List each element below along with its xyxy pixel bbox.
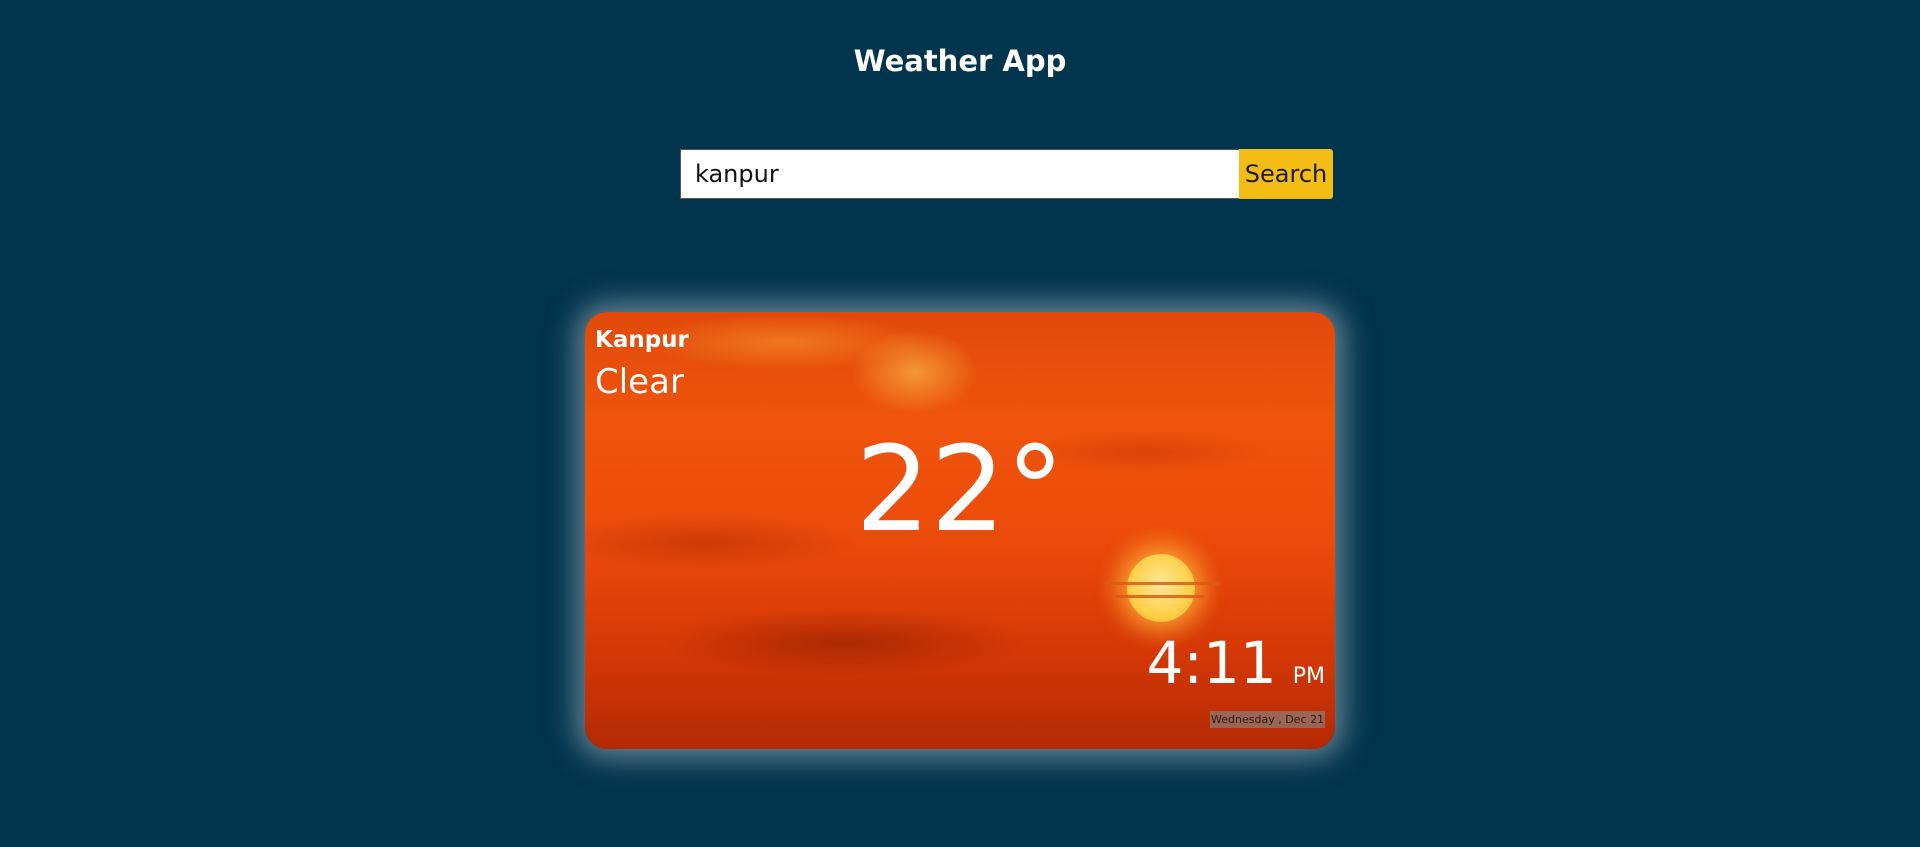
search-bar: Search: [680, 149, 1333, 199]
cloud-streak: [1105, 582, 1220, 585]
search-button[interactable]: Search: [1239, 149, 1333, 199]
time-display: 4:11 PM: [1147, 634, 1326, 692]
city-name: Kanpur: [595, 327, 689, 353]
date-label: Wednesday , Dec 21: [1210, 711, 1325, 728]
time-value: 4:11: [1146, 629, 1277, 697]
sun-image: [1127, 554, 1195, 622]
temperature: 22°: [855, 420, 1065, 558]
search-input[interactable]: [680, 149, 1239, 199]
cloud-streak: [1115, 595, 1205, 598]
app-title: Weather App: [853, 44, 1067, 78]
time-ampm: PM: [1292, 664, 1325, 689]
weather-condition: Clear: [595, 362, 684, 402]
weather-card: Kanpur Clear 22° 4:11 PM Wednesday , Dec…: [585, 312, 1335, 749]
